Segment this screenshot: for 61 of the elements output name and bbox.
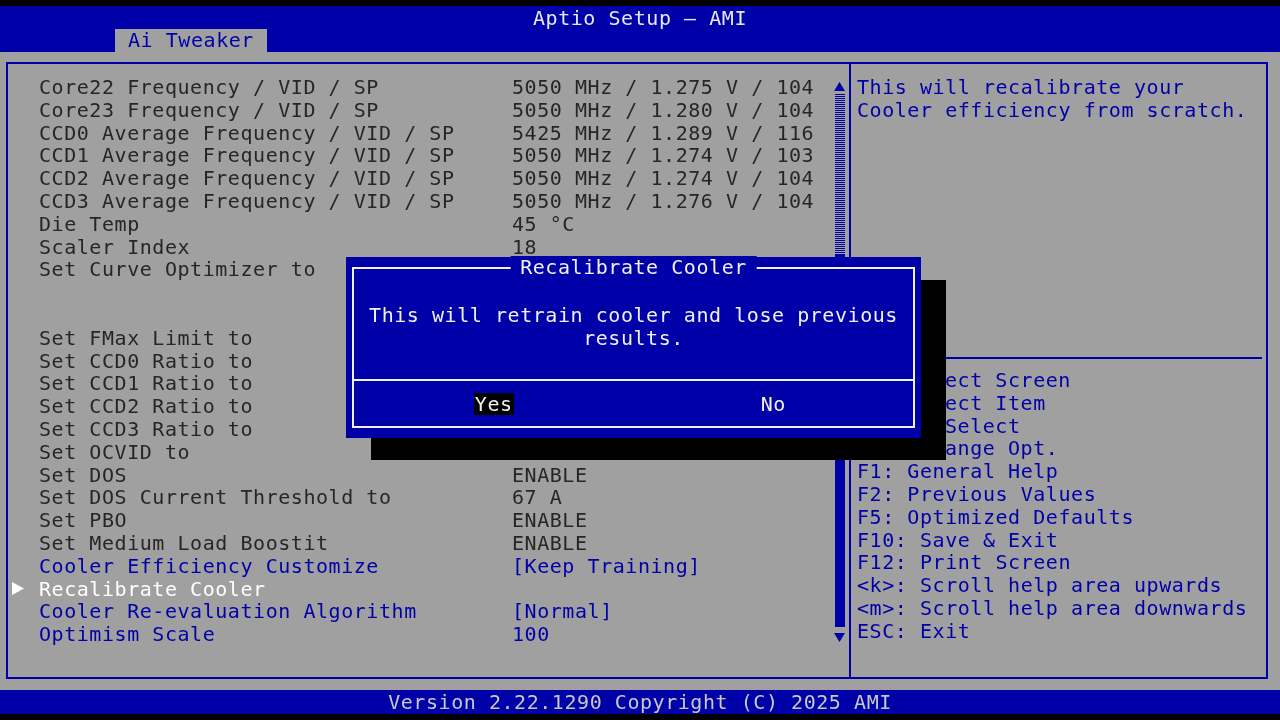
help-text: This will recalibrate your	[857, 76, 1186, 99]
key-hint: ange Opt.	[944, 437, 1060, 461]
setting-value: 5050 MHz / 1.274 V / 103	[512, 143, 815, 168]
setting-value: ENABLE	[512, 530, 588, 555]
help-text: Cooler efficiency from scratch.	[857, 98, 1249, 122]
setting-label: CCD1 Average Frequency / VID / SP	[39, 143, 455, 168]
setting-label: Die Temp	[39, 211, 140, 236]
setting-value: ENABLE	[512, 462, 588, 487]
setting-value: 5050 MHz / 1.274 V / 104	[512, 166, 815, 191]
setting-label: Set Medium Load Boostit	[39, 530, 329, 555]
version-text: Version 2.22.1290 Copyright (C) 2025 AMI	[388, 690, 892, 714]
setting-label[interactable]: Optimism Scale	[39, 622, 216, 647]
setting-label: Set OCVID to	[39, 439, 191, 464]
setting-label: Set CCD2 Ratio to	[39, 394, 254, 419]
key-hint: ESC: Exit	[857, 619, 972, 643]
key-hint: F5: Optimized Defaults	[857, 505, 1135, 529]
setting-label[interactable]: Recalibrate Cooler	[39, 576, 266, 601]
setting-label: Scaler Index	[39, 234, 191, 259]
tab[interactable]: Ai Tweaker	[115, 29, 267, 52]
dialog-message: This will retrain cooler and lose previous results.	[369, 303, 898, 350]
setting-value: 5050 MHz / 1.280 V / 104	[512, 97, 815, 122]
setting-value: 5050 MHz / 1.275 V / 104	[512, 75, 815, 99]
setting-value: ENABLE	[512, 508, 588, 533]
dialog-button[interactable]: Yes	[473, 392, 514, 415]
scroll-up-icon[interactable]	[834, 82, 845, 91]
key-hint: ect Item	[944, 391, 1047, 415]
setting-label: Set DOS	[39, 462, 128, 487]
setting-value[interactable]: [Keep Training]	[512, 553, 701, 578]
setting-value[interactable]: 100	[512, 622, 550, 647]
setting-label[interactable]: Cooler Efficiency Customize	[39, 553, 379, 578]
setting-value: 18	[512, 234, 538, 259]
setting-label: CCD2 Average Frequency / VID / SP	[39, 166, 455, 191]
key-hint: F12: Print Screen	[857, 551, 1073, 575]
setting-label: Set PBO	[39, 508, 128, 533]
key-hint: <m>: Scroll help area downwards	[857, 596, 1249, 620]
setting-label: Core23 Frequency / VID / SP	[39, 97, 379, 122]
setting-label[interactable]: Cooler Re-evaluation Algorithm	[39, 599, 417, 624]
setting-value[interactable]: [Normal]	[512, 599, 613, 624]
setting-label: Set CCD3 Ratio to	[39, 416, 254, 441]
setting-label: Core22 Frequency / VID / SP	[39, 75, 379, 99]
setting-label: Set DOS Current Threshold to	[39, 485, 392, 510]
setting-value: 5050 MHz / 1.276 V / 104	[512, 189, 815, 213]
setting-label: CCD3 Average Frequency / VID / SP	[39, 189, 455, 213]
key-hint: ect Screen	[944, 369, 1072, 392]
key-hint: F10: Save & Exit	[857, 528, 1060, 552]
setting-value: 67 A	[512, 485, 563, 510]
setting-label: Set CCD0 Ratio to	[39, 348, 254, 373]
scroll-down-icon[interactable]	[834, 633, 845, 642]
setting-value: 5425 MHz / 1.289 V / 116	[512, 120, 815, 145]
key-hint: F1: General Help	[857, 460, 1060, 483]
setting-value: 45 °C	[512, 211, 575, 236]
setting-label: Set FMax Limit to	[39, 325, 254, 350]
setting-label: Set Curve Optimizer to	[39, 257, 316, 282]
window-title: Aptio Setup – AMI	[531, 6, 749, 30]
key-hint: Select	[944, 414, 1022, 438]
key-hint: F2: Previous Values	[857, 483, 1098, 506]
setting-label: CCD0 Average Frequency / VID / SP	[39, 120, 455, 145]
setting-label: Set CCD1 Ratio to	[39, 371, 254, 396]
key-hint: <k>: Scroll help area upwards	[857, 574, 1224, 597]
selection-marker-icon	[12, 582, 24, 596]
dialog-button[interactable]: No	[759, 392, 787, 415]
